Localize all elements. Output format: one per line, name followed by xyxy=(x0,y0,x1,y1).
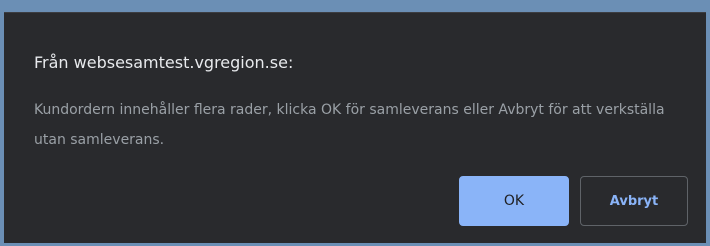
cancel-button-label: Avbryt xyxy=(609,193,659,209)
ok-button[interactable]: OK xyxy=(459,176,569,226)
dialog-message: Kundordern innehåller flera rader, klick… xyxy=(34,102,665,148)
cancel-button[interactable]: Avbryt xyxy=(580,176,688,226)
dialog-title: Från websesamtest.vgregion.se: xyxy=(34,53,294,72)
alert-dialog: Från websesamtest.vgregion.se: Kundorder… xyxy=(4,12,706,243)
ok-button-label: OK xyxy=(503,193,525,209)
